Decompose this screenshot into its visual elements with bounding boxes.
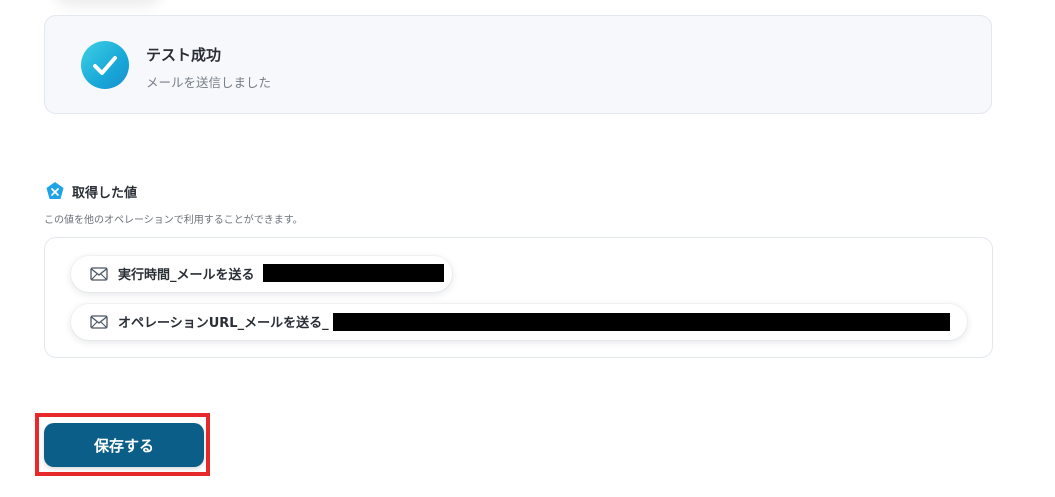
test-result-subtitle: メールを送信しました — [146, 75, 272, 90]
redacted-value — [333, 313, 950, 331]
save-button[interactable]: 保存する — [44, 423, 204, 467]
value-item-label: オペレーションURL_メールを送る_ — [118, 316, 329, 331]
test-result-title: テスト成功 — [146, 46, 222, 64]
check-circle-icon — [81, 41, 129, 89]
badge-icon — [46, 182, 64, 199]
test-result-card: テスト成功 メールを送信しました — [44, 15, 992, 114]
mail-icon — [90, 315, 108, 329]
value-item-label: 実行時間_メールを送る — [118, 268, 255, 283]
mail-icon — [90, 267, 108, 281]
acquired-values-description: この値を他のオペレーションで利用することができます。 — [44, 215, 303, 226]
redacted-value — [263, 264, 444, 282]
acquired-values-title: 取得した値 — [72, 186, 138, 201]
page: テスト成功 メールを送信しました 取得した値 この値を他のオペレーションで利用す… — [0, 0, 1055, 497]
